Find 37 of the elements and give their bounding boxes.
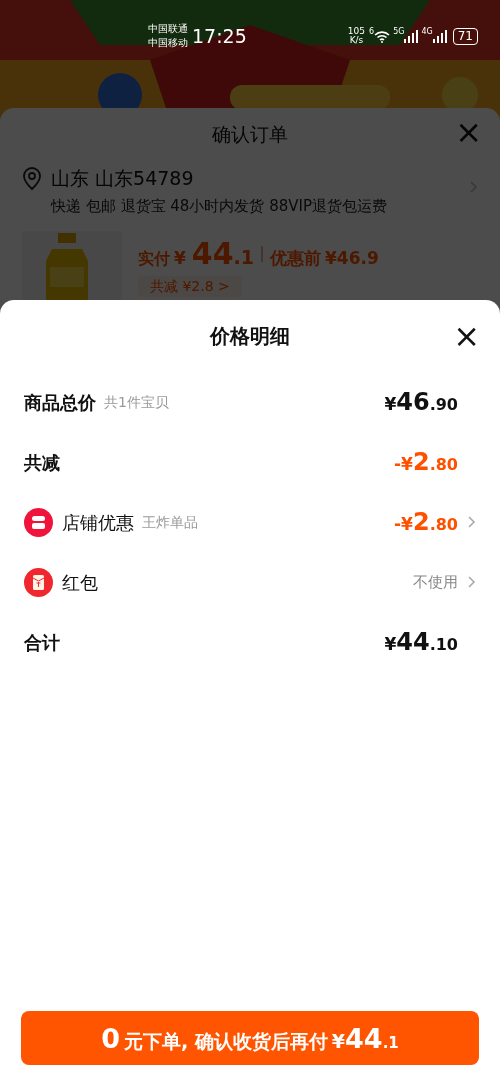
row-note: 王炸单品	[142, 512, 198, 532]
network-label: 5G	[393, 26, 405, 38]
close-button[interactable]: ×	[455, 116, 482, 148]
signal-icon	[404, 29, 419, 43]
row-label: 红包	[62, 570, 98, 595]
row-label: 店铺优惠	[62, 510, 134, 535]
row-label: 商品总价	[24, 390, 96, 415]
address-text: 山东 山东54789	[51, 166, 195, 191]
envelope-icon	[24, 567, 53, 597]
network-label: 4G	[421, 26, 433, 38]
wifi-label: 6	[369, 26, 375, 38]
price-text: -¥2.80	[394, 447, 458, 478]
speed-text: 105	[347, 27, 366, 37]
price-text: -¥2.80	[394, 507, 458, 538]
paid-label: 实付	[138, 248, 170, 270]
order-title: 确认订单	[212, 121, 288, 147]
place-order-button[interactable]: 0 元下单, 确认收货后再付 ¥44.1	[21, 1011, 479, 1065]
close-button[interactable]: ×	[453, 320, 480, 352]
battery-indicator: 71	[452, 27, 478, 45]
row-note: 共1件宝贝	[104, 392, 169, 412]
before-label: 优惠前	[269, 247, 321, 270]
carrier-text: 中国移动	[148, 36, 188, 51]
row-value: 不使用	[413, 571, 458, 593]
signal-icon	[432, 29, 447, 43]
store-icon	[24, 507, 53, 537]
clock-text: 17:25	[192, 24, 247, 49]
services-text: 快递 包邮 退货宝 48小时内发货 88VIP退货包运费	[51, 195, 388, 217]
carrier-text: 中国联通	[148, 22, 188, 37]
price-text: ¥44.10	[384, 627, 458, 658]
row-label: 合计	[24, 630, 60, 655]
price-text: ¥46.90	[384, 387, 458, 418]
speed-unit: K/s	[349, 36, 364, 46]
before-price: ¥46.9	[324, 247, 379, 270]
row-label: 共减	[24, 450, 60, 475]
sheet-title: 价格明细	[210, 323, 290, 350]
wifi-icon	[374, 29, 391, 43]
paid-price: ¥ 44.1	[174, 235, 254, 273]
